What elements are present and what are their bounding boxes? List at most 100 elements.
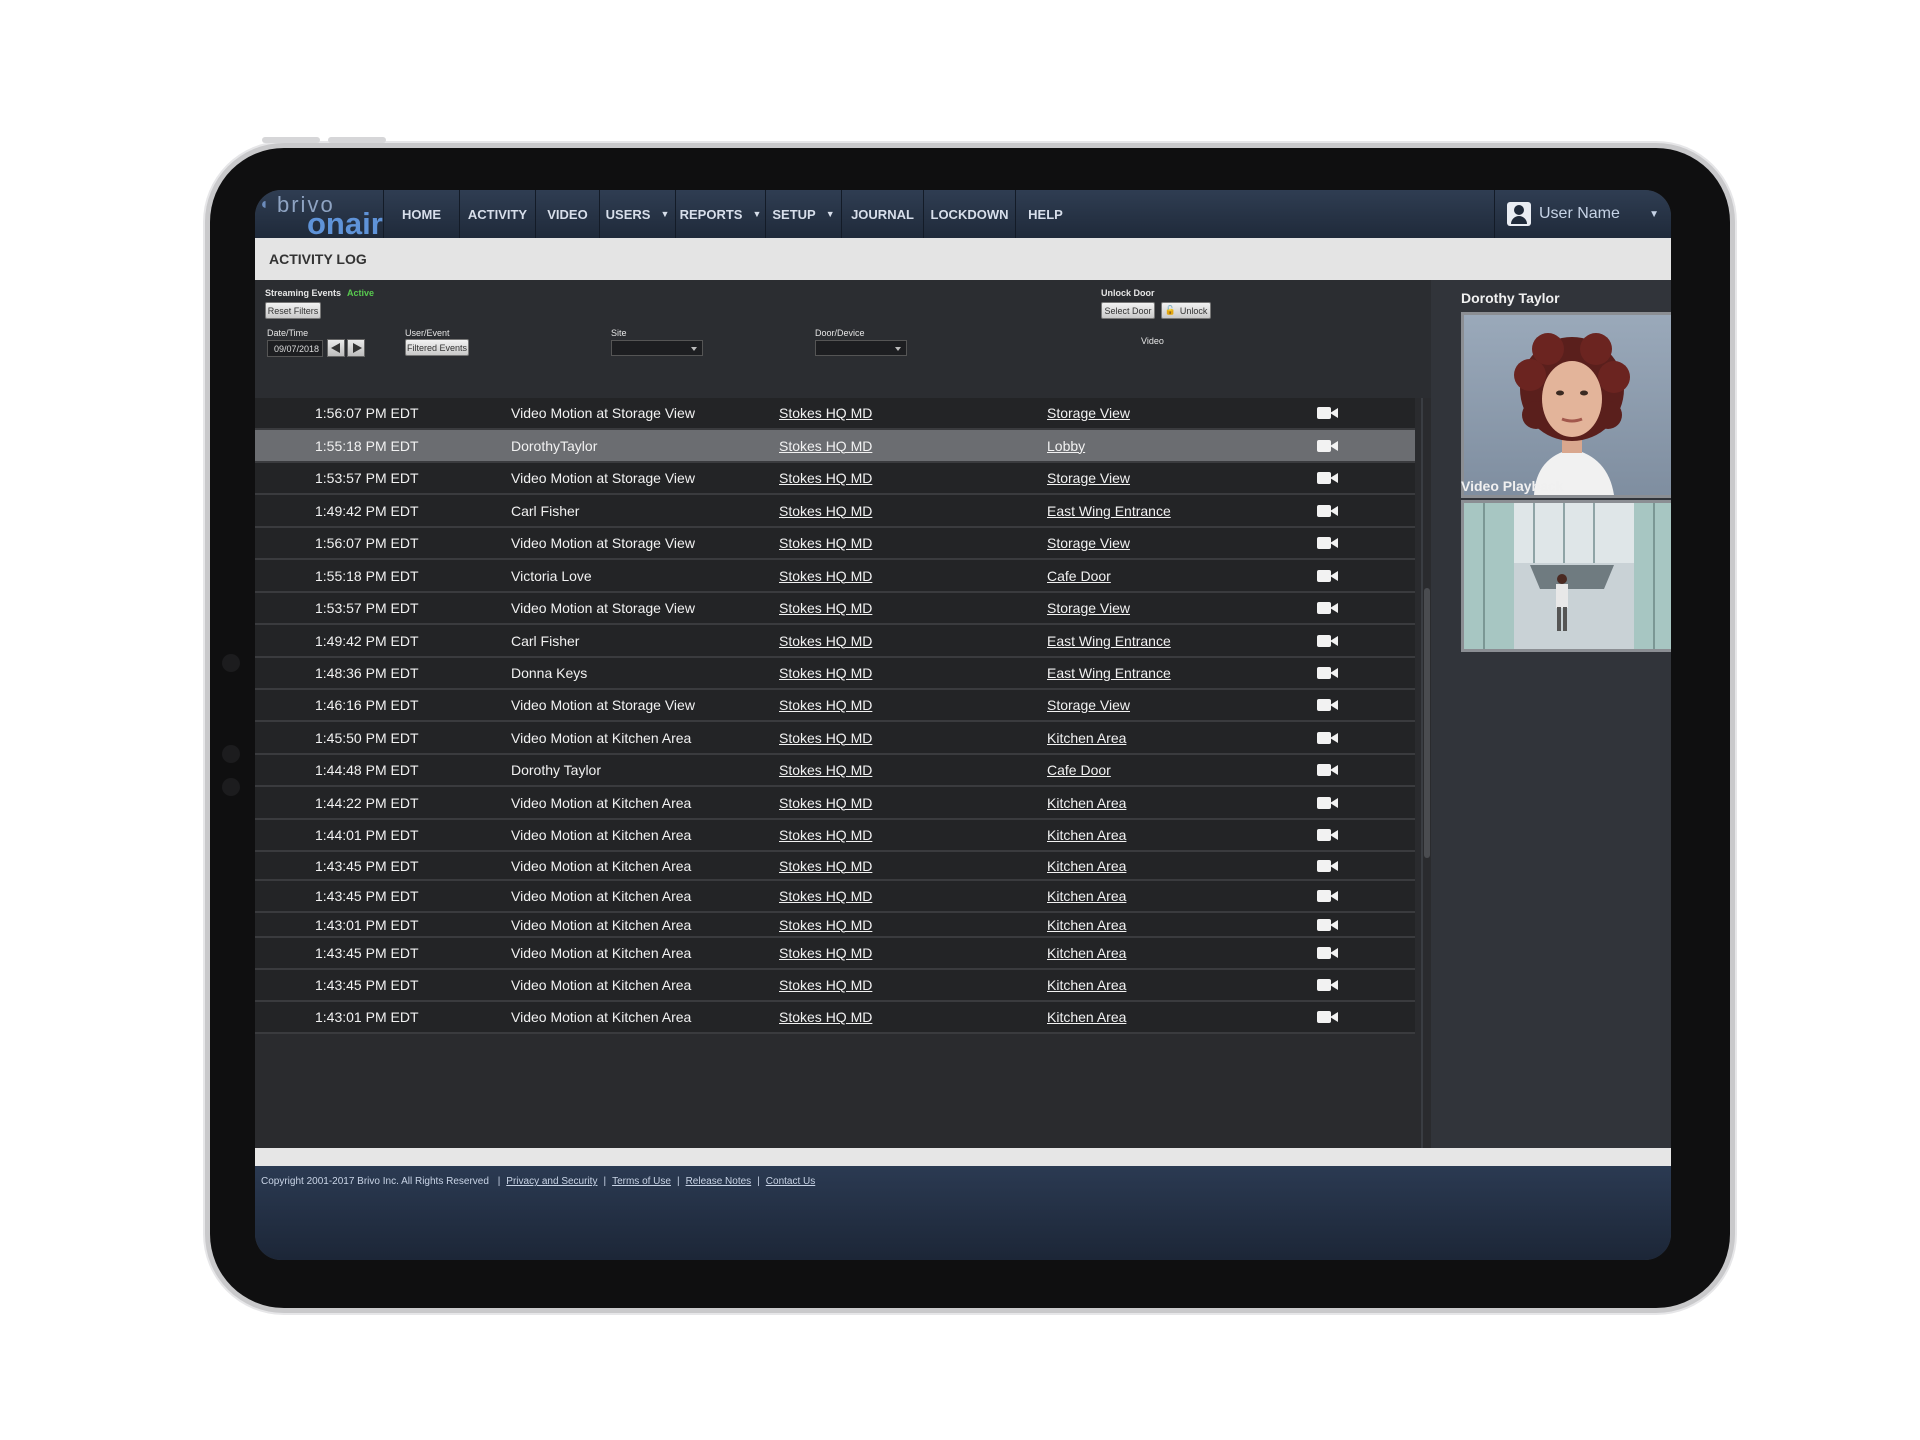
video-camera-icon[interactable] [1317,569,1339,582]
door-link[interactable]: Kitchen Area [1047,858,1126,874]
table-row[interactable]: 1:43:45 PM EDT Video Motion at Kitchen Ar… [255,852,1415,881]
table-row[interactable]: 1:43:01 PM EDT Video Motion at Kitchen Ar… [255,913,1415,938]
door-link[interactable]: Kitchen Area [1047,917,1126,933]
site-link[interactable]: Stokes HQ MD [779,633,872,649]
door-link[interactable]: Kitchen Area [1047,827,1126,843]
nav-item-activity[interactable]: ACTIVITY [459,190,535,238]
site-link[interactable]: Stokes HQ MD [779,1009,872,1025]
site-link[interactable]: Stokes HQ MD [779,438,872,454]
door-link[interactable]: Kitchen Area [1047,795,1126,811]
video-camera-icon[interactable] [1317,731,1339,744]
door-link[interactable]: Kitchen Area [1047,977,1126,993]
door-link[interactable]: East Wing Entrance [1047,665,1171,681]
site-link[interactable]: Stokes HQ MD [779,568,872,584]
table-row[interactable]: 1:49:42 PM EDT Carl Fisher Stokes HQ MD Eas… [255,625,1415,658]
filtered-events-button[interactable]: Filtered Events [405,339,469,356]
door-link[interactable]: Storage View [1047,470,1130,486]
table-row[interactable]: 1:55:18 PM EDT DorothyTaylor Stokes HQ MD L… [255,430,1415,463]
table-row[interactable]: 1:43:45 PM EDT Video Motion at Kitchen Ar… [255,881,1415,913]
table-row[interactable]: 1:44:48 PM EDT Dorothy Taylor Stokes HQ MD… [255,755,1415,787]
nav-item-lockdown[interactable]: LOCKDOWN [923,190,1015,238]
reset-filters-button[interactable]: Reset Filters [265,302,321,319]
video-camera-icon[interactable] [1317,890,1339,902]
table-row[interactable]: 1:55:18 PM EDT Victoria Love Stokes HQ MD C… [255,560,1415,593]
select-door-button[interactable]: Select Door [1101,302,1155,319]
nav-item-setup[interactable]: SETUP ▼ [765,190,841,238]
scrollbar-thumb[interactable] [1424,588,1430,858]
door-link[interactable]: Lobby [1047,438,1085,454]
site-link[interactable]: Stokes HQ MD [779,600,872,616]
site-link[interactable]: Stokes HQ MD [779,470,872,486]
video-camera-icon[interactable] [1317,918,1339,931]
table-scrollbar[interactable] [1423,398,1431,1148]
video-camera-icon[interactable] [1317,859,1339,872]
site-link[interactable]: Stokes HQ MD [779,405,872,421]
table-row[interactable]: 1:53:57 PM EDT Video Motion at Storage Vi… [255,463,1415,495]
footer-link[interactable]: Privacy and Security [506,1176,597,1187]
site-link[interactable]: Stokes HQ MD [779,827,872,843]
footer-link[interactable]: Terms of Use [612,1176,671,1187]
site-link[interactable]: Stokes HQ MD [779,697,872,713]
door-link[interactable]: Cafe Door [1047,568,1111,584]
site-link[interactable]: Stokes HQ MD [779,795,872,811]
video-camera-icon[interactable] [1317,979,1339,991]
nav-item-journal[interactable]: JOURNAL [841,190,923,238]
site-link[interactable]: Stokes HQ MD [779,762,872,778]
table-row[interactable]: 1:56:07 PM EDT Video Motion at Storage Vi… [255,398,1415,430]
date-input[interactable]: 09/07/2018 [267,340,323,357]
video-camera-icon[interactable] [1317,667,1339,679]
door-link[interactable]: Kitchen Area [1047,730,1126,746]
video-camera-icon[interactable] [1317,796,1339,809]
brivo-logo[interactable]: ◖ brivo onair [255,190,383,241]
unlock-button[interactable]: 🔓 Unlock [1161,302,1211,319]
video-camera-icon[interactable] [1317,472,1339,484]
arrow-right-icon[interactable] [347,339,365,357]
table-row[interactable]: 1:56:07 PM EDT Video Motion at Storage Vi… [255,528,1415,560]
door-link[interactable]: Cafe Door [1047,762,1111,778]
footer-link[interactable]: Release Notes [686,1176,752,1187]
table-row[interactable]: 1:49:42 PM EDT Carl Fisher Stokes HQ MD Eas… [255,495,1415,528]
video-camera-icon[interactable] [1317,947,1339,959]
nav-item-home[interactable]: HOME [383,190,459,238]
site-select[interactable] [611,340,703,356]
video-camera-icon[interactable] [1317,634,1339,647]
video-camera-icon[interactable] [1317,407,1339,419]
table-row[interactable]: 1:43:45 PM EDT Video Motion at Kitchen Ar… [255,970,1415,1002]
door-link[interactable]: Storage View [1047,535,1130,551]
nav-item-reports[interactable]: REPORTS ▼ [675,190,765,238]
door-link[interactable]: Kitchen Area [1047,1009,1126,1025]
site-link[interactable]: Stokes HQ MD [779,503,872,519]
video-camera-icon[interactable] [1317,602,1339,614]
table-row[interactable]: 1:53:57 PM EDT Video Motion at Storage Vi… [255,593,1415,625]
video-camera-icon[interactable] [1317,829,1339,841]
door-link[interactable]: Storage View [1047,600,1130,616]
table-row[interactable]: 1:44:01 PM EDT Video Motion at Kitchen Ar… [255,820,1415,852]
site-link[interactable]: Stokes HQ MD [779,535,872,551]
table-row[interactable]: 1:43:45 PM EDT Video Motion at Kitchen Ar… [255,938,1415,970]
video-camera-icon[interactable] [1317,764,1339,776]
video-camera-icon[interactable] [1317,1011,1339,1023]
footer-link[interactable]: Contact Us [766,1176,815,1187]
table-row[interactable]: 1:45:50 PM EDT Video Motion at Kitchen Ar… [255,722,1415,755]
video-camera-icon[interactable] [1317,537,1339,549]
door-link[interactable]: East Wing Entrance [1047,633,1171,649]
table-row[interactable]: 1:46:16 PM EDT Video Motion at Storage Vi… [255,690,1415,722]
table-row[interactable]: 1:48:36 PM EDT Donna Keys Stokes HQ MD East… [255,658,1415,690]
arrow-left-icon[interactable] [327,339,345,357]
door-link[interactable]: Kitchen Area [1047,888,1126,904]
site-link[interactable]: Stokes HQ MD [779,945,872,961]
door-link[interactable]: Kitchen Area [1047,945,1126,961]
site-link[interactable]: Stokes HQ MD [779,917,872,933]
video-camera-icon[interactable] [1317,699,1339,711]
video-camera-icon[interactable] [1317,504,1339,517]
door-device-select[interactable] [815,340,907,356]
nav-item-help[interactable]: HELP [1015,190,1075,238]
door-link[interactable]: Storage View [1047,697,1130,713]
table-row[interactable]: 1:44:22 PM EDT Video Motion at Kitchen Ar… [255,787,1415,820]
site-link[interactable]: Stokes HQ MD [779,858,872,874]
video-camera-icon[interactable] [1317,439,1339,452]
nav-item-users[interactable]: USERS ▼ [599,190,675,238]
table-row[interactable]: 1:43:01 PM EDT Video Motion at Kitchen Ar… [255,1002,1415,1034]
site-link[interactable]: Stokes HQ MD [779,977,872,993]
site-link[interactable]: Stokes HQ MD [779,665,872,681]
